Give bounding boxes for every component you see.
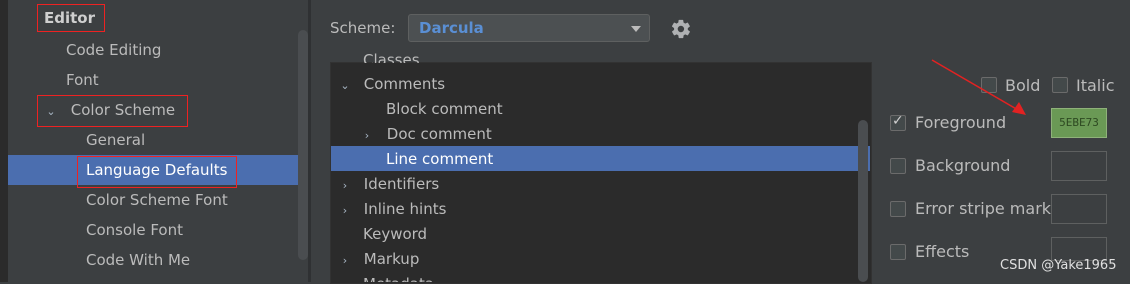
tree-item-general[interactable]: General — [86, 125, 145, 155]
scheme-value: Darcula — [419, 19, 484, 37]
tree-row-keyword[interactable]: Keyword — [363, 222, 427, 247]
tree-row-classes[interactable]: Classes — [363, 49, 420, 63]
tree-row-inline-hints-label: Inline hints — [363, 200, 447, 218]
tree-row-line-comment[interactable]: Line comment — [386, 147, 493, 172]
watermark: CSDN @Yake1965 — [1000, 258, 1117, 273]
settings-tree-scrollbar[interactable] — [298, 30, 308, 260]
chevron-right-icon[interactable]: › — [338, 248, 352, 273]
scheme-label: Scheme: — [330, 19, 396, 37]
annotation-box-language-defaults — [77, 156, 237, 188]
tree-row-markup-label: Markup — [363, 250, 420, 268]
tree-row-metadata[interactable]: Metadata — [363, 272, 434, 282]
tree-row-comments[interactable]: ⌄ Comments — [338, 72, 445, 97]
tree-row-doc-comment-label: Doc comment — [386, 125, 492, 143]
tree-item-console-font[interactable]: Console Font — [86, 215, 183, 245]
foreground-checkbox[interactable] — [890, 113, 906, 131]
chevron-right-icon[interactable]: › — [360, 123, 374, 148]
annotation-box-editor — [37, 4, 105, 32]
annotation-arrow-icon — [931, 59, 1026, 115]
tree-row-identifiers-label: Identifiers — [363, 175, 440, 193]
tree-row-doc-comment[interactable]: › Doc comment — [360, 122, 492, 147]
tree-row-comments-label: Comments — [363, 75, 446, 93]
window-edge — [0, 0, 8, 282]
element-tree-scrollbar[interactable] — [858, 120, 868, 282]
error-stripe-color-swatch[interactable] — [1051, 194, 1107, 224]
tree-row-markup[interactable]: › Markup — [338, 247, 420, 273]
tree-row-inline-hints[interactable]: › Inline hints — [338, 197, 447, 223]
panel-divider[interactable] — [308, 0, 311, 282]
tree-item-code-editing[interactable]: Code Editing — [66, 35, 161, 65]
error-stripe-label: Error stripe mark — [915, 199, 1052, 218]
foreground-color-swatch[interactable]: 5EBE73 — [1051, 108, 1107, 138]
effects-label: Effects — [915, 242, 970, 261]
tree-item-color-scheme-font[interactable]: Color Scheme Font — [86, 185, 228, 215]
italic-checkbox[interactable] — [1052, 77, 1068, 93]
tree-item-font[interactable]: Font — [66, 65, 99, 95]
background-label: Background — [915, 156, 1011, 175]
error-stripe-checkbox[interactable] — [890, 201, 906, 217]
annotation-box-color-scheme — [37, 95, 188, 127]
scheme-dropdown[interactable]: Darcula — [408, 14, 650, 42]
tree-row-identifiers[interactable]: › Identifiers — [338, 172, 439, 197]
tree-row-block-comment[interactable]: Block comment — [386, 97, 503, 122]
tree-item-code-with-me[interactable]: Code With Me — [86, 245, 190, 275]
background-checkbox[interactable] — [890, 158, 906, 174]
background-color-swatch[interactable] — [1051, 151, 1107, 181]
italic-label: Italic — [1076, 76, 1115, 95]
chevron-down-icon[interactable]: ⌄ — [338, 73, 352, 98]
dropdown-arrow-icon — [631, 26, 641, 32]
chevron-right-icon[interactable]: › — [338, 198, 352, 223]
effects-checkbox[interactable] — [890, 244, 906, 260]
chevron-right-icon[interactable]: › — [338, 173, 352, 198]
gear-icon[interactable] — [670, 18, 692, 40]
